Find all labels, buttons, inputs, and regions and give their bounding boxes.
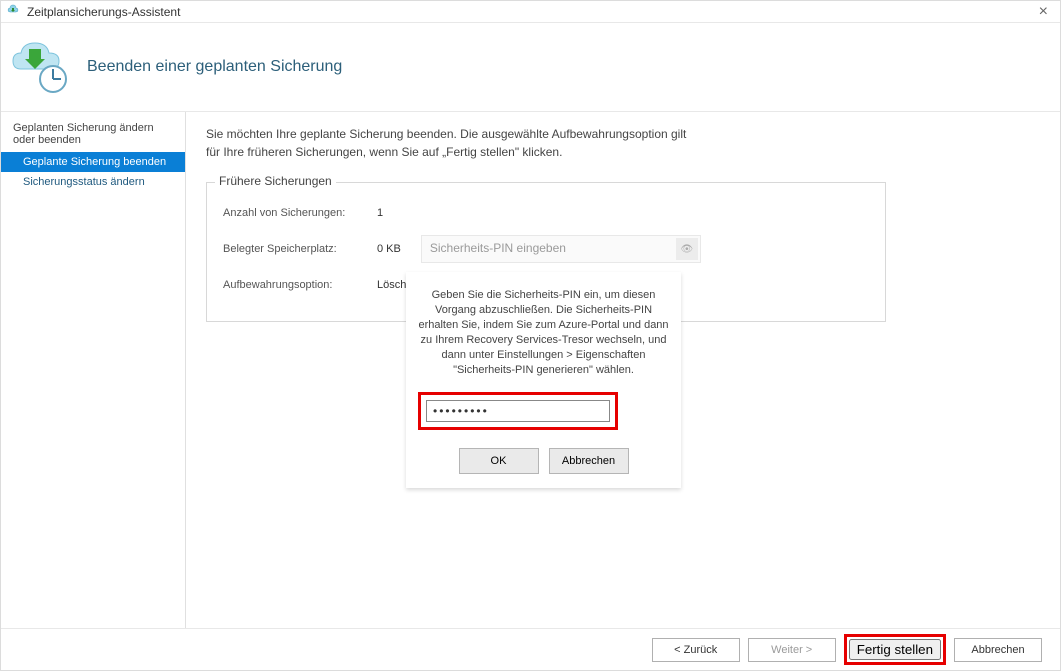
backup-count-value: 1	[377, 207, 383, 219]
backup-count-row: Anzahl von Sicherungen: 1	[223, 207, 869, 219]
dialog-message: Geben Sie die Sicherheits-PIN ein, um di…	[418, 288, 669, 378]
page-title: Beenden einer geplanten Sicherung	[87, 58, 342, 76]
retention-label: Aufbewahrungsoption:	[223, 279, 373, 291]
intro-text-line1: Sie möchten Ihre geplante Sicherung been…	[206, 126, 846, 142]
next-button: Weiter >	[748, 638, 836, 662]
main-panel: Sie möchten Ihre geplante Sicherung been…	[186, 112, 1060, 628]
sidebar-item-label: Geplante Sicherung beenden	[23, 156, 166, 168]
wizard-window: Zeitplansicherungs-Assistent × Beenden e…	[0, 0, 1061, 671]
intro-text-line2: für Ihre früheren Sicherungen, wenn Sie …	[206, 144, 1040, 160]
dialog-input-highlight	[418, 392, 618, 430]
close-icon[interactable]: ×	[1033, 3, 1054, 21]
finish-button[interactable]: Fertig stellen	[849, 639, 941, 660]
sidebar-item-label: Sicherungsstatus ändern	[23, 176, 145, 188]
storage-value: 0 KB	[377, 243, 401, 255]
reveal-pin-icon[interactable]: 👁	[676, 238, 698, 260]
window-title: Zeitplansicherungs-Assistent	[27, 5, 1033, 19]
dialog-ok-button[interactable]: OK	[459, 448, 539, 474]
dialog-button-row: OK Abbrechen	[418, 448, 669, 474]
dialog-cancel-button[interactable]: Abbrechen	[549, 448, 629, 474]
group-legend: Frühere Sicherungen	[215, 174, 336, 188]
header-icon	[9, 39, 73, 95]
pin-placeholder: Sicherheits-PIN eingeben	[430, 241, 566, 255]
sidebar-item-change-status[interactable]: Sicherungsstatus ändern	[1, 172, 185, 192]
dialog-pin-input[interactable]	[426, 400, 610, 422]
sidebar: Geplanten Sicherung ändern oder beenden …	[1, 112, 186, 628]
back-button[interactable]: < Zurück	[652, 638, 740, 662]
wizard-footer: < Zurück Weiter > Fertig stellen Abbrech…	[1, 628, 1060, 670]
finish-button-highlight: Fertig stellen	[844, 634, 946, 665]
sidebar-heading: Geplanten Sicherung ändern oder beenden	[1, 118, 185, 152]
wizard-body: Geplanten Sicherung ändern oder beenden …	[1, 112, 1060, 628]
titlebar: Zeitplansicherungs-Assistent ×	[1, 1, 1060, 23]
cancel-button[interactable]: Abbrechen	[954, 638, 1042, 662]
storage-row: Belegter Speicherplatz: 0 KB Sicherheits…	[223, 235, 869, 263]
app-icon	[7, 3, 21, 20]
sidebar-item-stop-backup[interactable]: Geplante Sicherung beenden	[1, 152, 185, 172]
backup-count-label: Anzahl von Sicherungen:	[223, 207, 373, 219]
security-pin-input[interactable]: Sicherheits-PIN eingeben 👁	[421, 235, 701, 263]
storage-label: Belegter Speicherplatz:	[223, 243, 373, 255]
security-pin-dialog: Geben Sie die Sicherheits-PIN ein, um di…	[406, 272, 681, 488]
wizard-header: Beenden einer geplanten Sicherung	[1, 23, 1060, 112]
